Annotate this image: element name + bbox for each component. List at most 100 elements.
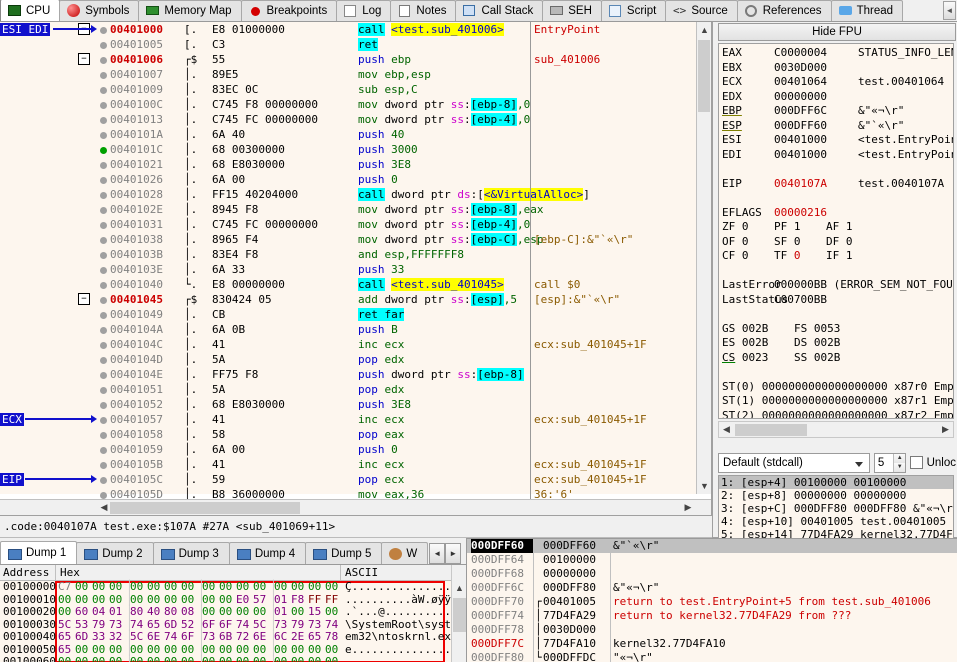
general-register-row[interactable]: ECX00401064test.00401064	[722, 75, 953, 90]
disassembly-address[interactable]: 0040103B	[110, 247, 182, 262]
flags-row[interactable]: CF 0TF 0IF 1	[722, 249, 953, 264]
segment-cs[interactable]: CS 0023	[722, 351, 794, 366]
disassembly-bytes[interactable]: 6A 00	[212, 172, 357, 187]
flag-sf[interactable]: SF 0	[774, 235, 826, 250]
disassembly-instruction[interactable]: mov dword ptr ss:[ebp-8],eax	[358, 202, 533, 217]
stack-address[interactable]: 000DFF78	[471, 623, 533, 637]
stack-address[interactable]: 000DFF60	[471, 539, 533, 553]
stack-row[interactable]: 000DFF74│77D4FA29return to kernel32.77D4…	[467, 609, 957, 623]
register-value[interactable]: 00000216	[774, 206, 858, 221]
breakpoint-dot-icon[interactable]	[96, 262, 110, 277]
dump-row[interactable]: 0010002000600401│80408008│00000000│01001…	[0, 606, 466, 619]
breakpoint-dot-icon[interactable]	[96, 247, 110, 262]
disassembly-instruction[interactable]: inc ecx	[358, 457, 533, 472]
disassembly-instruction[interactable]: push 0	[358, 442, 533, 457]
segment-fs[interactable]: FS 0053	[794, 322, 866, 337]
disassembly-bytes[interactable]: 5A	[212, 382, 357, 397]
segment-es[interactable]: ES 002B	[722, 336, 794, 351]
tab-log[interactable]: Log	[336, 0, 391, 21]
disassembly-address[interactable]: 00401028	[110, 187, 182, 202]
disassembly-bytes[interactable]: 6A 0B	[212, 322, 357, 337]
last-status-row[interactable]: LastStatusC00700BB	[722, 293, 953, 308]
segment-ds[interactable]: DS 002B	[794, 336, 866, 351]
disassembly-instruction[interactable]: push 0	[358, 172, 533, 187]
disassembly-row[interactable]: 0040103E│.6A 33push 33	[0, 262, 712, 277]
disassembly-bytes[interactable]: 89E5	[212, 67, 357, 82]
disassembly-row[interactable]: 00401049│.CBret far	[0, 307, 712, 322]
dump-address[interactable]: 00100060	[3, 656, 56, 662]
disassembly-comment[interactable]: sub_401006	[534, 52, 704, 67]
stack-rows[interactable]: 000DFF60000DFF60&"`«\r"000DFF64001000000…	[467, 539, 957, 662]
dump-header-address[interactable]: Address	[3, 566, 49, 579]
disassembly-row[interactable]: 0040101C│.68 00300000push 3000	[0, 142, 712, 157]
disassembly-address[interactable]: 0040103E	[110, 262, 182, 277]
register-value[interactable]: 000DFF60	[774, 119, 858, 134]
stack-value[interactable]: 000DFF60	[543, 539, 609, 553]
breakpoint-dot-icon[interactable]	[96, 112, 110, 127]
disassembly-instruction[interactable]: and esp,FFFFFFF8	[358, 247, 533, 262]
breakpoint-dot-icon[interactable]	[96, 442, 110, 457]
disassembly-comment[interactable]: ecx:sub_401045+1F	[534, 457, 704, 472]
disassembly-row[interactable]: 00401058│.58pop eax	[0, 427, 712, 442]
disassembly-bytes[interactable]: 5A	[212, 352, 357, 367]
register-value[interactable]: 00401000	[774, 148, 858, 163]
disassembly-bytes[interactable]: 55	[212, 52, 357, 67]
stack-value[interactable]: 00100000	[543, 553, 609, 567]
dump-row[interactable]: 00100040656D3332│5C6E746F│736B726E│6C2E6…	[0, 631, 466, 644]
disassembly-instruction[interactable]: mov dword ptr ss:[ebp-8],0	[358, 97, 533, 112]
stack-address[interactable]: 000DFF7C	[471, 637, 533, 651]
dump-ascii[interactable]: ................	[345, 656, 451, 662]
disassembly-address[interactable]: 0040101A	[110, 127, 182, 142]
disassembly-row[interactable]: −00401006┌$55push ebpsub_401006	[0, 52, 712, 67]
disassembly-bytes[interactable]: FF75 F8	[212, 367, 357, 382]
tab-cpu[interactable]: CPU	[0, 0, 60, 21]
stack-argument-row[interactable]: 4: [esp+10] 00401005 test.00401005 "ГU%à	[719, 515, 953, 528]
breakpoint-dot-icon[interactable]	[96, 232, 110, 247]
disassembly-instruction[interactable]: pop edx	[358, 382, 533, 397]
flag-tf[interactable]: TF 0	[774, 249, 826, 264]
disassembly-row[interactable]: 00401052│.68 E8030000push 3E8	[0, 397, 712, 412]
scrollbar-thumb[interactable]	[698, 40, 710, 112]
stack-value[interactable]: 00401005	[543, 595, 609, 609]
disassembly-instruction[interactable]: push 3E8	[358, 397, 533, 412]
stack-argument-row[interactable]: 3: [esp+C] 000DFF80 000DFF80 &"«¬\r"	[719, 502, 953, 515]
disassembly-row[interactable]: 0040104C│.41inc ecxecx:sub_401045+1F	[0, 337, 712, 352]
disassembly-instruction[interactable]: push B	[358, 322, 533, 337]
scrollbar-thumb[interactable]	[735, 424, 807, 436]
breakpoint-dot-icon[interactable]	[96, 472, 110, 487]
fpu-register-row[interactable]: ST(0) 0000000000000000000 x87r0 Empty	[722, 380, 953, 395]
stack-arguments-list[interactable]: 1: [esp+4] 00100000 001000002: [esp+8] 0…	[718, 475, 954, 543]
segment-registers-row[interactable]: GS 002BFS 0053	[722, 322, 953, 337]
disassembly-address[interactable]: 00401049	[110, 307, 182, 322]
disassembly-comment[interactable]: [ebp-C]:&"`«\r"	[534, 232, 704, 247]
disassembly-row[interactable]: 0040100C│.C745 F8 00000000mov dword ptr …	[0, 97, 712, 112]
dump-address[interactable]: 00100020	[3, 606, 56, 619]
tab-references[interactable]: References	[737, 0, 832, 21]
flag-af[interactable]: AF 1	[826, 220, 878, 235]
disassembly-row[interactable]: 00401031│.C745 FC 00000000mov dword ptr …	[0, 217, 712, 232]
disassembly-comment[interactable]: ecx:sub_401045+1F	[534, 337, 704, 352]
dump-ascii[interactable]: Ç...............	[345, 581, 451, 594]
dump-scroll-left-button[interactable]: ◄	[429, 543, 445, 564]
register-value[interactable]: 0030D000	[774, 61, 858, 76]
disassembly-address[interactable]: 00401000	[110, 22, 182, 37]
tab-call-stack[interactable]: Call Stack	[455, 0, 543, 21]
disassembly-address[interactable]: 00401059	[110, 442, 182, 457]
disassembly-row[interactable]: 00401007│.89E5mov ebp,esp	[0, 67, 712, 82]
general-register-row[interactable]: ESI00401000<test.EntryPoint>	[722, 133, 953, 148]
flag-cf[interactable]: CF 0	[722, 249, 774, 264]
breakpoint-dot-icon[interactable]	[96, 427, 110, 442]
stack-row[interactable]: 000DFF78│0030D000	[467, 623, 957, 637]
disassembly-row[interactable]: 00401009│.83EC 0Csub esp,C	[0, 82, 712, 97]
breakpoint-dot-icon[interactable]	[96, 367, 110, 382]
register-value[interactable]: 000DFF6C	[774, 104, 858, 119]
segment-registers-row[interactable]: CS 0023SS 002B	[722, 351, 953, 366]
unlock-checkbox[interactable]	[910, 456, 922, 469]
general-register-row[interactable]: EDX00000000	[722, 90, 953, 105]
general-register-row[interactable]: EAXC0000004STATUS_INFO_LENGTH_M	[722, 46, 953, 61]
breakpoint-dot-icon[interactable]	[96, 277, 110, 292]
segment-ss[interactable]: SS 002B	[794, 351, 866, 366]
disassembly-row[interactable]: 00401026│.6A 00push 0	[0, 172, 712, 187]
disassembly-bytes[interactable]: C3	[212, 37, 357, 52]
disassembly-instruction[interactable]: call dword ptr ds:[<&VirtualAlloc>]	[358, 187, 533, 202]
